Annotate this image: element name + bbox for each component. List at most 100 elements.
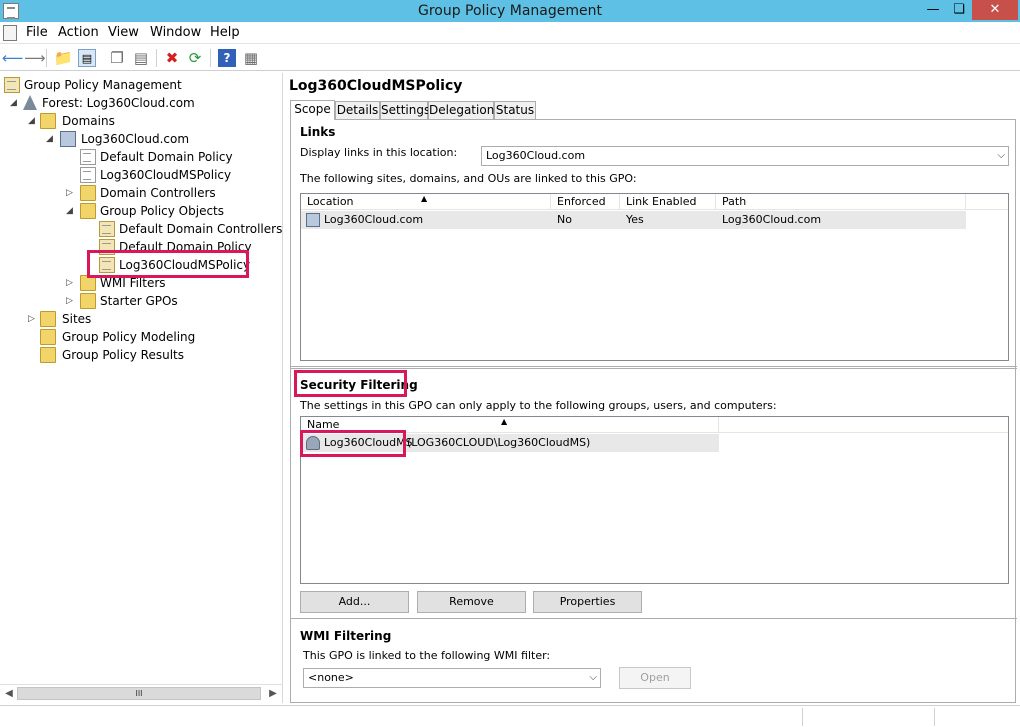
- results-icon: [40, 347, 56, 363]
- remove-button[interactable]: Remove: [417, 591, 526, 613]
- tree-items: Group Policy Management ◢ Forest: Log360…: [0, 76, 283, 681]
- expand-icon[interactable]: ▷: [66, 274, 75, 292]
- toolbar-separator: [210, 49, 211, 67]
- collapse-icon[interactable]: ◢: [10, 94, 19, 112]
- expand-icon[interactable]: ▷: [66, 184, 75, 202]
- status-panel: [802, 708, 934, 726]
- column-label: Location: [307, 195, 354, 208]
- forward-arrow-icon[interactable]: ⟶: [24, 49, 46, 67]
- location-label: Display links in this location:: [300, 146, 458, 159]
- menu-file[interactable]: File: [26, 25, 48, 40]
- ou-folder-icon: [80, 185, 96, 201]
- properties-button[interactable]: Properties: [533, 591, 642, 613]
- horizontal-scrollbar[interactable]: ◀ III ▶: [0, 684, 282, 702]
- paste-icon[interactable]: ▤: [132, 49, 150, 67]
- collapse-icon[interactable]: ◢: [66, 202, 75, 220]
- menu-action[interactable]: Action: [58, 25, 99, 40]
- collapse-icon[interactable]: ◢: [28, 112, 37, 130]
- highlight-box: [294, 370, 407, 397]
- tab-scope[interactable]: Scope: [290, 100, 335, 120]
- folder-icon: [80, 203, 96, 219]
- sort-up-icon: ▲: [501, 417, 508, 426]
- tree-item-group-policy-modeling[interactable]: Group Policy Modeling: [0, 328, 283, 346]
- sites-icon: [40, 311, 56, 327]
- tree-item-domain-controllers[interactable]: ▷ Domain Controllers: [0, 184, 283, 202]
- properties-icon[interactable]: ▦: [242, 49, 260, 67]
- tree-item-group-policy-objects[interactable]: ◢ Group Policy Objects: [0, 202, 283, 220]
- scroll-thumb[interactable]: III: [17, 687, 261, 700]
- collapse-icon[interactable]: ◢: [46, 130, 55, 148]
- tree-item-group-policy-results[interactable]: Group Policy Results: [0, 346, 283, 364]
- copy-icon[interactable]: ❐: [108, 49, 126, 67]
- menu-help[interactable]: Help: [210, 25, 240, 40]
- tree-label: Group Policy Management: [24, 78, 182, 92]
- toolbar: ⟵ ⟶ 📁 ▤ ❐ ▤ ✖ ⟳ ? ▦: [0, 45, 1020, 71]
- wmi-description: This GPO is linked to the following WMI …: [303, 649, 551, 662]
- chevron-down-icon: ⌵: [589, 672, 597, 683]
- up-folder-icon[interactable]: 📁: [54, 49, 73, 67]
- scroll-left-icon[interactable]: ◀: [2, 686, 16, 702]
- tree-label: Domains: [62, 114, 115, 128]
- minimize-button[interactable]: —: [920, 0, 946, 20]
- wmi-filter-dropdown[interactable]: <none> ⌵: [303, 668, 601, 688]
- help-icon[interactable]: ?: [218, 49, 236, 67]
- tree-item-default-domain-policy-link[interactable]: Default Domain Policy: [0, 148, 283, 166]
- delete-icon[interactable]: ✖: [163, 49, 181, 67]
- domain-icon: [60, 131, 76, 147]
- tree-label: Group Policy Results: [62, 348, 185, 362]
- maximize-button[interactable]: ❏: [946, 0, 972, 20]
- tab-status[interactable]: Status: [494, 101, 536, 119]
- open-button[interactable]: Open: [619, 667, 691, 689]
- table-row[interactable]: Log360Cloud.com No Yes Log360Cloud.com: [301, 211, 966, 229]
- tab-details[interactable]: Details: [335, 101, 380, 119]
- tree-item-forest[interactable]: ◢ Forest: Log360Cloud.com: [0, 94, 283, 112]
- tree-item-domain-log360cloud[interactable]: ◢ Log360Cloud.com: [0, 130, 283, 148]
- tree-item-gpm[interactable]: Group Policy Management: [0, 76, 283, 94]
- expand-icon[interactable]: ▷: [28, 310, 37, 328]
- column-path[interactable]: Path: [716, 194, 966, 210]
- close-button[interactable]: ✕: [972, 0, 1018, 20]
- tree-item-domains[interactable]: ◢ Domains: [0, 112, 283, 130]
- links-heading: Links: [300, 125, 336, 139]
- column-link-enabled[interactable]: Link Enabled: [620, 194, 716, 210]
- column-location[interactable]: Location ▲: [301, 194, 551, 210]
- tree-item-default-domain-controllers-policy[interactable]: Default Domain Controllers Po: [0, 220, 283, 238]
- wmi-filtering-heading: WMI Filtering: [300, 629, 392, 643]
- security-principal-account: (LOG360CLOUD\Log360CloudMS): [407, 436, 591, 449]
- scroll-right-icon[interactable]: ▶: [266, 686, 280, 702]
- expand-icon[interactable]: ▷: [66, 292, 75, 310]
- link-enforced: No: [557, 213, 572, 226]
- show-hide-tree-icon[interactable]: ▤: [78, 49, 96, 67]
- location-value: Log360Cloud.com: [486, 149, 586, 162]
- title-bar: Group Policy Management — ❏ ✕: [0, 0, 1020, 22]
- links-list[interactable]: Location ▲ Enforced Link Enabled Path Lo…: [300, 193, 1009, 361]
- menu-view[interactable]: View: [108, 25, 139, 40]
- tree-item-sites[interactable]: ▷ Sites: [0, 310, 283, 328]
- chevron-down-icon: ⌵: [997, 150, 1005, 161]
- links-header: Location ▲ Enforced Link Enabled Path: [301, 194, 1008, 210]
- console-tree: Group Policy Management ◢ Forest: Log360…: [0, 73, 283, 703]
- details-pane: Log360CloudMSPolicy Scope Details Settin…: [286, 73, 1020, 703]
- menu-window[interactable]: Window: [150, 25, 201, 40]
- location-dropdown[interactable]: Log360Cloud.com ⌵: [481, 146, 1009, 166]
- add-button[interactable]: Add...: [300, 591, 409, 613]
- menu-bar: File Action View Window Help _ ⧉ ✕: [0, 22, 1020, 64]
- tab-delegation[interactable]: Delegation: [428, 101, 494, 119]
- column-enforced[interactable]: Enforced: [551, 194, 620, 210]
- tree-label: Group Policy Objects: [100, 204, 225, 218]
- highlight-box: [300, 430, 406, 457]
- tree-item-starter-gpos[interactable]: ▷ Starter GPOs: [0, 292, 283, 310]
- sort-up-icon: ▲: [421, 194, 428, 203]
- domain-icon: [306, 213, 320, 227]
- security-list[interactable]: Name ▲ Log360CloudMS (LOG360CLOUD\Log360…: [300, 416, 1009, 584]
- folder-icon: [40, 113, 56, 129]
- section-splitter[interactable]: [291, 366, 1017, 369]
- back-arrow-icon[interactable]: ⟵: [2, 49, 24, 67]
- refresh-icon[interactable]: ⟳: [186, 49, 204, 67]
- tree-label: Log360CloudMSPolicy: [100, 168, 232, 182]
- tab-settings[interactable]: Settings: [380, 101, 430, 119]
- gpo-link-icon: [80, 167, 96, 183]
- scope-panel: Links Display links in this location: Lo…: [290, 119, 1017, 703]
- security-header: Name ▲: [301, 417, 1008, 433]
- tree-item-log360cloudmspolicy-link[interactable]: Log360CloudMSPolicy: [0, 166, 283, 184]
